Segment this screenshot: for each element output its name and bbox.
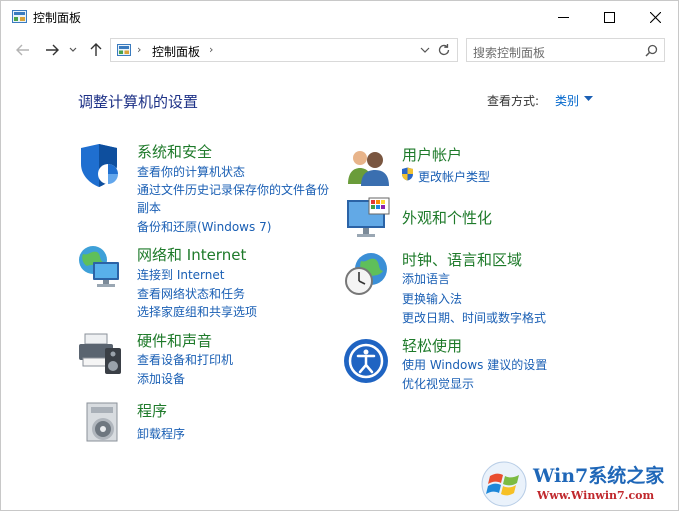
minimize-button[interactable] <box>540 1 586 33</box>
breadcrumb-separator-icon[interactable]: › <box>137 43 141 56</box>
chevron-down-icon[interactable] <box>420 45 430 55</box>
shield-icon[interactable] <box>77 142 123 188</box>
uac-shield-icon <box>402 167 413 181</box>
navigation-bar: › 控制面板 › 搜索控制面板 <box>1 35 678 65</box>
up-button[interactable] <box>87 42 105 58</box>
minimize-icon <box>557 16 569 18</box>
category-title-hardware-sound[interactable]: 硬件和声音 <box>137 330 212 351</box>
close-icon <box>649 11 661 23</box>
clock-globe-icon[interactable] <box>343 251 389 297</box>
maximize-icon <box>603 11 615 23</box>
close-button[interactable] <box>632 1 678 33</box>
forward-button[interactable] <box>43 42 61 58</box>
control-panel-icon <box>12 10 27 23</box>
view-by-dropdown[interactable]: 类别 <box>555 92 579 109</box>
recent-locations-button[interactable] <box>67 42 79 58</box>
network-globe-icon[interactable] <box>77 244 123 290</box>
link-add-device[interactable]: 添加设备 <box>137 370 185 387</box>
title-bar[interactable]: 控制面板 <box>1 1 678 33</box>
back-arrow-icon <box>16 44 29 56</box>
breadcrumb-control-panel[interactable]: 控制面板 <box>152 43 200 60</box>
link-optimize-visual-display[interactable]: 优化视觉显示 <box>402 375 474 392</box>
category-title-user-accounts[interactable]: 用户帐户 <box>402 144 462 165</box>
watermark: Win7系统之家 Www.Winwin7.com <box>481 459 677 509</box>
link-uninstall-program[interactable]: 卸载程序 <box>137 425 185 442</box>
watermark-url: Www.Winwin7.com <box>537 489 655 502</box>
programs-disc-icon[interactable] <box>81 399 127 445</box>
search-input[interactable]: 搜索控制面板 <box>466 38 665 62</box>
breadcrumb-separator-icon[interactable]: › <box>209 43 213 56</box>
link-change-date-time-format[interactable]: 更改日期、时间或数字格式 <box>402 309 546 326</box>
view-by-label: 查看方式: <box>487 94 540 108</box>
ease-of-access-icon[interactable] <box>343 338 389 384</box>
search-icon <box>645 44 658 57</box>
category-title-programs[interactable]: 程序 <box>137 400 167 421</box>
up-arrow-icon <box>90 43 102 56</box>
back-button[interactable] <box>14 42 32 58</box>
forward-arrow-icon <box>46 44 59 56</box>
link-backup-restore[interactable]: 备份和还原(Windows 7) <box>137 218 271 235</box>
monitor-palette-icon[interactable] <box>345 196 391 242</box>
link-devices-printers[interactable]: 查看设备和打印机 <box>137 351 233 368</box>
window-title: 控制面板 <box>33 11 82 25</box>
windows-logo-icon <box>481 461 527 507</box>
link-file-history-backup[interactable]: 通过文件历史记录保存你的文件备份 <box>137 181 329 198</box>
link-connect-internet[interactable]: 连接到 Internet <box>137 266 224 283</box>
link-view-computer-status[interactable]: 查看你的计算机状态 <box>137 163 245 180</box>
watermark-title: Win7系统之家 <box>533 465 665 487</box>
category-title-system-security[interactable]: 系统和安全 <box>137 141 212 162</box>
search-placeholder: 搜索控制面板 <box>473 46 546 60</box>
control-panel-icon <box>117 44 131 56</box>
link-file-history-backup-cont[interactable]: 副本 <box>137 199 161 216</box>
link-change-input-method[interactable]: 更换输入法 <box>402 290 462 307</box>
refresh-icon[interactable] <box>437 43 451 57</box>
category-title-network-internet[interactable]: 网络和 Internet <box>137 244 246 265</box>
link-change-account-type[interactable]: 更改帐户类型 <box>418 168 490 185</box>
page-title: 调整计算机的设置 <box>78 93 199 111</box>
category-title-ease-of-access[interactable]: 轻松使用 <box>402 335 462 356</box>
address-bar[interactable]: › 控制面板 › <box>110 38 458 62</box>
triangle-down-icon[interactable] <box>584 96 593 102</box>
chevron-down-icon <box>69 47 77 52</box>
link-windows-recommended-settings[interactable]: 使用 Windows 建议的设置 <box>402 356 547 373</box>
link-homegroup-sharing[interactable]: 选择家庭组和共享选项 <box>137 303 257 320</box>
link-add-language[interactable]: 添加语言 <box>402 270 450 287</box>
category-title-appearance[interactable]: 外观和个性化 <box>402 207 492 228</box>
control-panel-window: 控制面板 › 控制面板 › 搜索控制面板 调整计算机的设置 查看方式: 类别 系… <box>0 0 679 511</box>
category-title-clock-language-region[interactable]: 时钟、语言和区域 <box>402 249 522 270</box>
printer-speaker-icon[interactable] <box>77 330 123 376</box>
maximize-button[interactable] <box>586 1 632 33</box>
link-network-status[interactable]: 查看网络状态和任务 <box>137 285 245 302</box>
users-icon[interactable] <box>345 144 391 190</box>
